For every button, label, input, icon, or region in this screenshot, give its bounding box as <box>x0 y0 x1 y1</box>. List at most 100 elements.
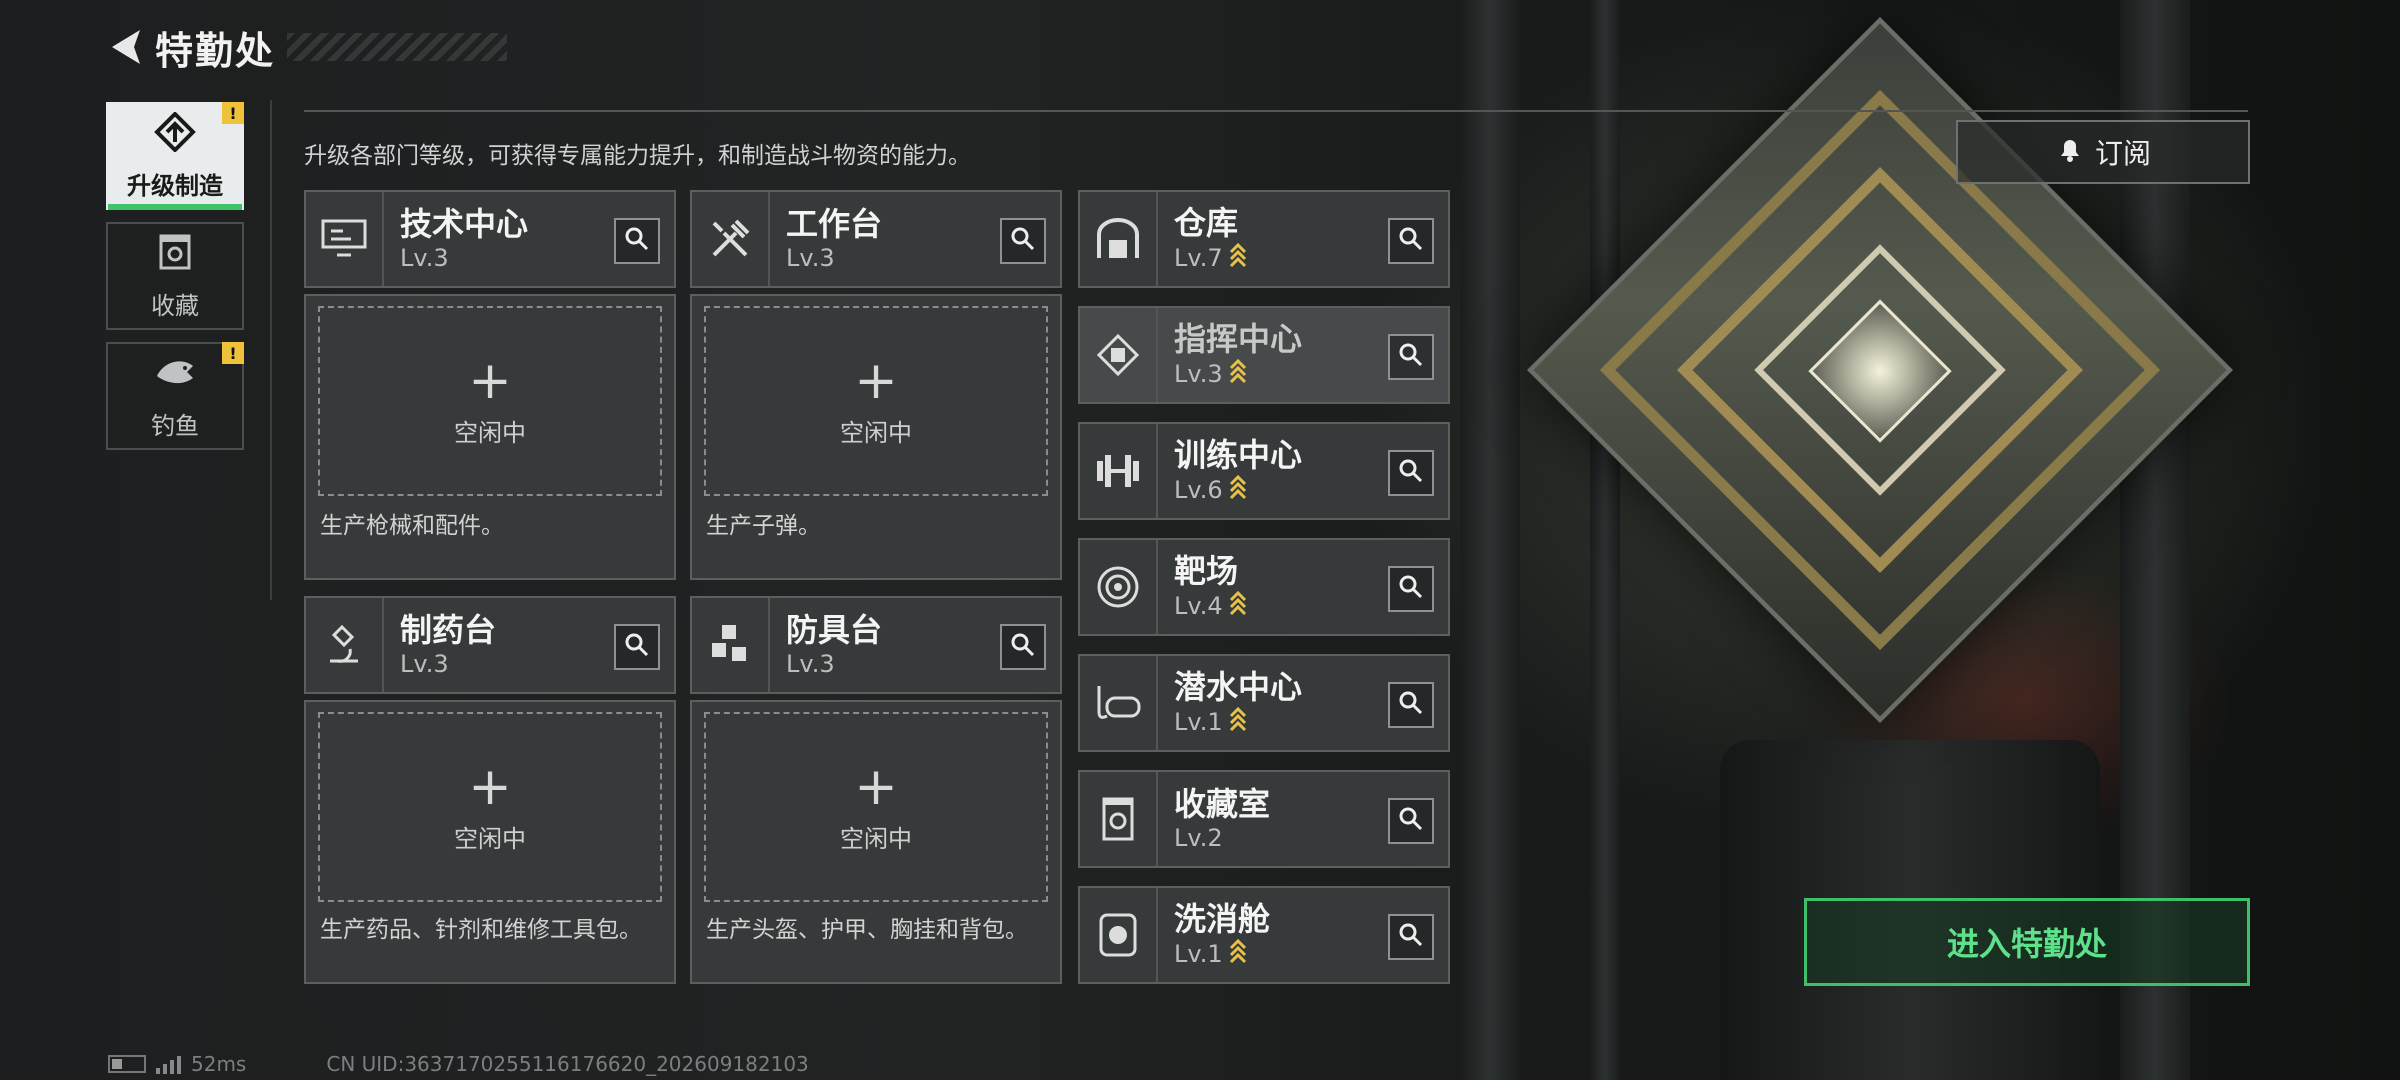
facility-diving-center[interactable]: 潜水中心 Lv.1 <box>1078 654 1450 752</box>
decon-pod-icon <box>1080 888 1158 982</box>
battery-icon <box>108 1055 146 1073</box>
slot-status: 空闲中 <box>454 824 526 853</box>
subscribe-button[interactable]: 订阅 <box>1956 120 2250 184</box>
facility-name: 靶场 <box>1174 551 1239 590</box>
upgrade-chevron-icon <box>1229 590 1247 623</box>
facility-level: Lv.4 <box>1174 592 1223 620</box>
tools-icon <box>692 192 770 286</box>
chip-icon <box>1080 308 1158 402</box>
subscribe-label: 订阅 <box>2094 137 2151 170</box>
title-decoration <box>287 33 508 61</box>
plus-icon: + <box>854 756 898 817</box>
card-level: Lv.3 <box>786 650 835 678</box>
upgrade-chevron-icon <box>1229 938 1247 971</box>
card-level: Lv.3 <box>786 244 835 272</box>
production-slot-card: + 空闲中 生产药品、针剂和维修工具包。 <box>304 700 676 984</box>
search-button[interactable] <box>614 624 660 670</box>
search-icon <box>1398 922 1424 952</box>
upgrade-chevron-icon <box>1229 706 1247 739</box>
search-icon <box>1398 226 1424 256</box>
page-title: 特勤处 <box>155 28 276 73</box>
facility-name: 洗消舱 <box>1174 899 1271 938</box>
search-button[interactable] <box>1388 450 1434 496</box>
facility-decon-pod[interactable]: 洗消舱 Lv.1 <box>1078 886 1450 984</box>
cubes-icon <box>692 598 770 692</box>
search-icon <box>1398 690 1424 720</box>
search-button[interactable] <box>1388 682 1434 728</box>
page-description: 升级各部门等级，可获得专属能力提升，和制造战斗物资的能力。 <box>304 143 971 169</box>
uid-text: CN UID:3637170255116176620_202609182103 <box>326 1052 809 1076</box>
facility-training-center[interactable]: 训练中心 Lv.6 <box>1078 422 1450 520</box>
search-icon <box>1398 458 1424 488</box>
search-button[interactable] <box>614 218 660 264</box>
microscope-icon <box>306 598 384 692</box>
add-production-slot[interactable]: + 空闲中 <box>704 712 1048 902</box>
card-workbench[interactable]: 工作台 Lv.3 <box>690 190 1062 288</box>
display-case-icon <box>1080 772 1158 866</box>
slot-status: 空闲中 <box>454 418 526 447</box>
search-icon <box>1398 574 1424 604</box>
card-name: 制药台 <box>400 611 497 649</box>
card-pharmacy[interactable]: 制药台 Lv.3 <box>304 596 676 694</box>
card-description: 生产子弹。 <box>706 513 821 539</box>
header: 特勤处 <box>105 22 508 73</box>
slot-status: 空闲中 <box>840 418 912 447</box>
dumbbell-icon <box>1080 424 1158 518</box>
search-button[interactable] <box>1000 218 1046 264</box>
upgrade-chevron-icon <box>1229 474 1247 507</box>
add-production-slot[interactable]: + 空闲中 <box>318 712 662 902</box>
card-level: Lv.3 <box>400 650 449 678</box>
facility-name: 收藏室 <box>1174 785 1271 823</box>
enter-special-ops-button[interactable]: 进入特勤处 <box>1804 898 2250 986</box>
slot-status: 空闲中 <box>840 824 912 853</box>
facility-collection-room[interactable]: 收藏室 Lv.2 <box>1078 770 1450 868</box>
search-button[interactable] <box>1388 914 1434 960</box>
search-button[interactable] <box>1388 334 1434 380</box>
facility-shooting-range[interactable]: 靶场 Lv.4 <box>1078 538 1450 636</box>
upgrade-icon <box>153 110 197 156</box>
diving-mask-icon <box>1080 656 1158 750</box>
facility-command-center[interactable]: 指挥中心 Lv.3 <box>1078 306 1450 404</box>
card-description: 生产枪械和配件。 <box>320 513 504 539</box>
back-arrow-icon[interactable] <box>105 25 145 69</box>
search-button[interactable] <box>1388 566 1434 612</box>
alert-badge: ! <box>222 102 244 124</box>
add-production-slot[interactable]: + 空闲中 <box>318 306 662 496</box>
facility-name: 训练中心 <box>1174 435 1303 474</box>
nav-divider <box>270 100 272 600</box>
search-icon <box>1010 632 1036 662</box>
search-icon <box>1398 342 1424 372</box>
facility-level: Lv.6 <box>1174 476 1223 504</box>
facility-warehouse[interactable]: 仓库 Lv.7 <box>1078 190 1450 288</box>
search-button[interactable] <box>1000 624 1046 670</box>
nav-item-upgrade[interactable]: 升级制造 ! <box>106 102 244 210</box>
nav-item-fishing[interactable]: 钓鱼 ! <box>106 342 244 450</box>
target-icon <box>1080 540 1158 634</box>
side-nav: 升级制造 ! 收藏 钓鱼 ! <box>106 102 244 462</box>
top-divider <box>304 110 2248 112</box>
facility-name: 指挥中心 <box>1174 319 1303 358</box>
upgrade-chevron-icon <box>1229 242 1247 275</box>
signal-icon <box>156 1054 181 1074</box>
card-name: 工作台 <box>786 205 883 243</box>
facility-name: 仓库 <box>1174 203 1239 242</box>
production-slot-card: + 空闲中 生产枪械和配件。 <box>304 294 676 580</box>
facility-level: Lv.1 <box>1174 940 1223 968</box>
search-button[interactable] <box>1388 798 1434 844</box>
nav-item-collection[interactable]: 收藏 <box>106 222 244 330</box>
card-armor-bench[interactable]: 防具台 Lv.3 <box>690 596 1062 694</box>
production-slot-card: + 空闲中 生产头盔、护甲、胸挂和背包。 <box>690 700 1062 984</box>
plus-icon: + <box>854 350 898 411</box>
card-level: Lv.3 <box>400 244 449 272</box>
add-production-slot[interactable]: + 空闲中 <box>704 306 1048 496</box>
card-name: 防具台 <box>786 611 883 649</box>
monitor-icon <box>306 192 384 286</box>
card-tech-center[interactable]: 技术中心 Lv.3 <box>304 190 676 288</box>
plus-icon: + <box>468 350 512 411</box>
card-description: 生产头盔、护甲、胸挂和背包。 <box>706 917 1028 943</box>
enter-label: 进入特勤处 <box>1946 925 2107 963</box>
upgrade-chevron-icon <box>1229 358 1247 391</box>
search-button[interactable] <box>1388 218 1434 264</box>
facility-level: Lv.3 <box>1174 360 1223 388</box>
production-slot-card: + 空闲中 生产子弹。 <box>690 294 1062 580</box>
